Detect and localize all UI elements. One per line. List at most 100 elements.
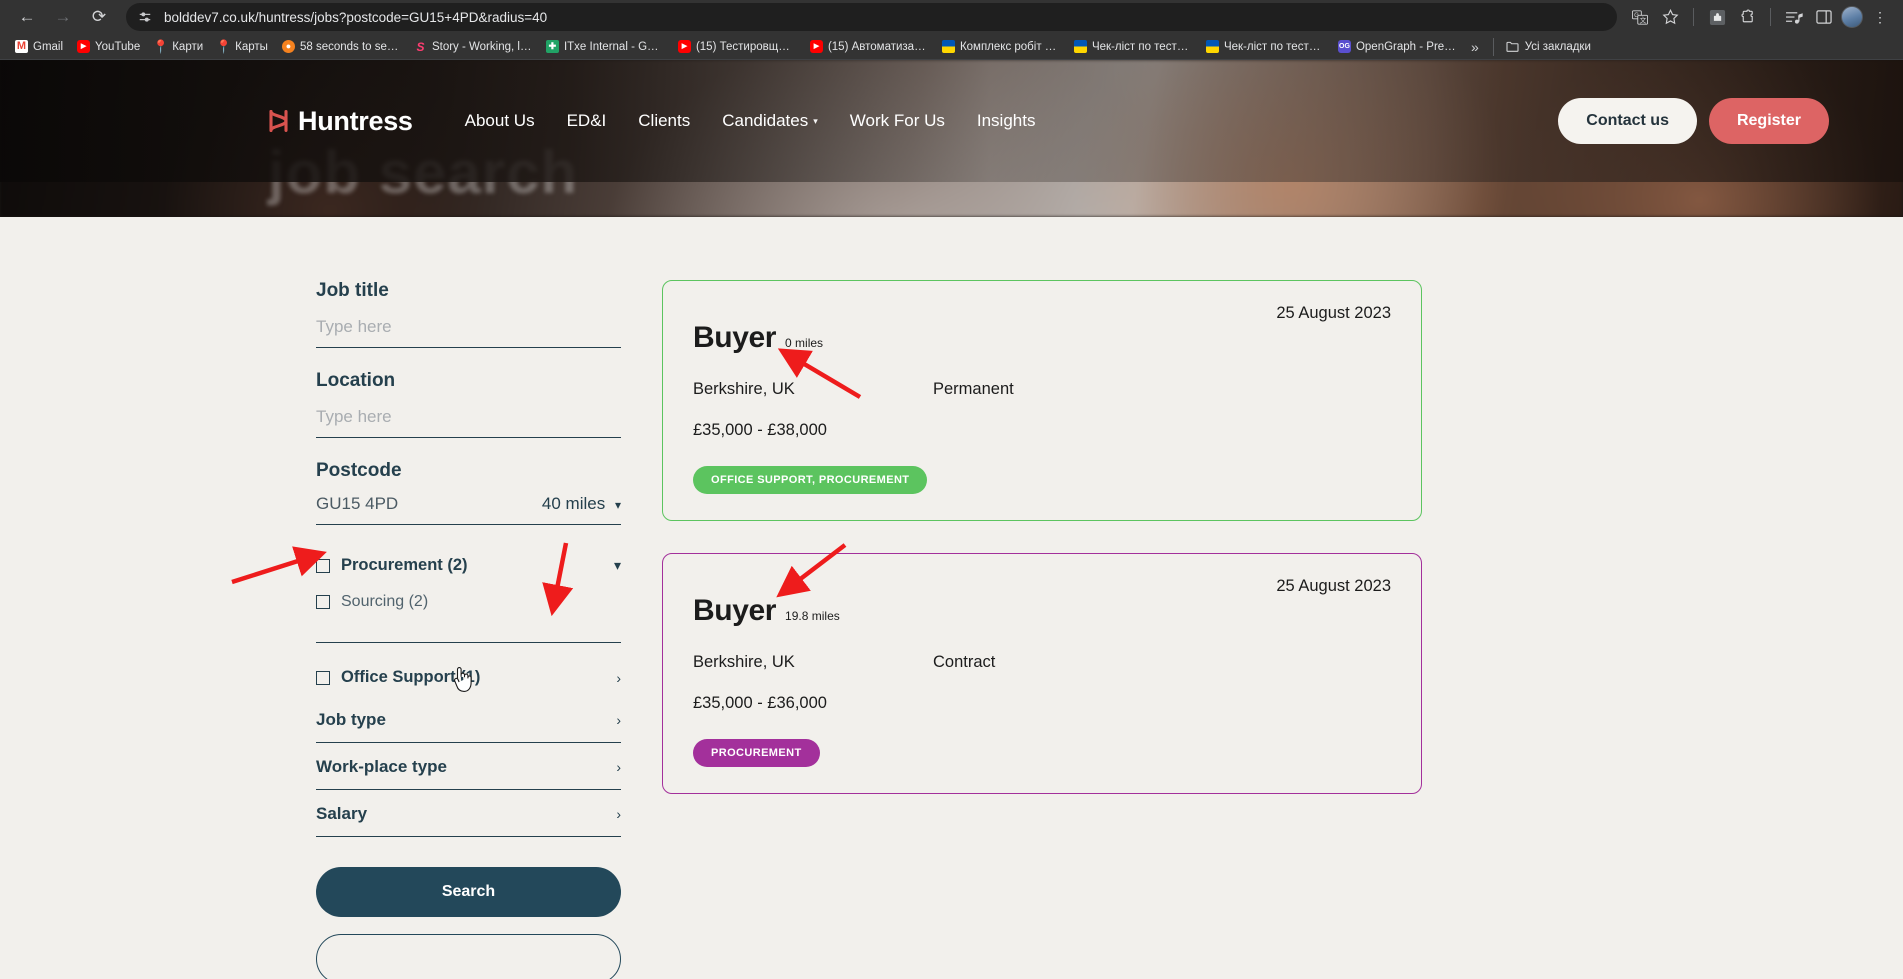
nav-item-clients[interactable]: Clients (638, 111, 690, 131)
bookmark-item[interactable]: Комплекс робіт піс... (935, 38, 1067, 55)
bookmark-label: Gmail (33, 40, 64, 53)
job-card[interactable]: 25 August 2023 Buyer 0 miles Berkshire, … (662, 280, 1422, 521)
checkbox-icon[interactable] (316, 558, 330, 573)
sheets-icon: ✚ (545, 40, 559, 53)
extension-icon[interactable] (1704, 4, 1730, 30)
bookmark-item[interactable]: ▶ (15) Тестировщик с... (671, 38, 803, 55)
job-contract-type: Contract (933, 653, 996, 671)
job-date: 25 August 2023 (1276, 577, 1391, 595)
job-card[interactable]: 25 August 2023 Buyer 19.8 miles Berkshir… (662, 553, 1422, 794)
checkbox-icon[interactable] (316, 595, 330, 609)
radius-select[interactable]: 40 miles ▾ (542, 494, 621, 514)
secondary-action-button[interactable] (316, 934, 621, 979)
huntress-logo[interactable]: Huntress (268, 106, 413, 137)
site-settings-icon[interactable] (134, 7, 156, 27)
nav-item-candidates[interactable]: Candidates ▾ (722, 111, 818, 131)
three-dot-menu-icon[interactable]: ⋮ (1867, 4, 1893, 30)
job-category-tag[interactable]: PROCUREMENT (693, 739, 820, 767)
bookmark-label: (15) Тестировщик с... (695, 40, 796, 53)
site-navbar: Huntress About Us ED&I Clients Candidate… (0, 60, 1903, 182)
contact-us-button[interactable]: Contact us (1558, 98, 1697, 144)
job-distance: 0 miles (785, 336, 824, 350)
nav-item-insights[interactable]: Insights (977, 111, 1036, 131)
reload-icon[interactable]: ⟳ (82, 2, 116, 32)
filter-procurement[interactable]: Procurement (2) ▾ (316, 547, 621, 584)
content-wrapper: Job title Location Postcode GU15 4PD 40 … (0, 217, 1903, 979)
job-title-row: Buyer 0 miles (693, 321, 1391, 355)
bookmark-item[interactable]: Чек-ліст по тестува... (1199, 38, 1331, 55)
bookmark-item[interactable]: ▶ (15) Автоматизаци... (803, 38, 935, 55)
job-category-tag[interactable]: OFFICE SUPPORT, PROCUREMENT (693, 466, 928, 494)
accordion-salary[interactable]: Salary › (316, 790, 621, 837)
folder-icon (1506, 40, 1519, 53)
address-bar[interactable]: bolddev7.co.uk/huntress/jobs?postcode=GU… (126, 3, 1617, 31)
nav-item-edi[interactable]: ED&I (567, 111, 607, 131)
chevron-down-icon: ▾ (614, 498, 621, 512)
bookmark-label: Чек-ліст по тестува... (1091, 40, 1192, 53)
back-arrow-icon[interactable]: ← (10, 2, 44, 32)
postcode-label: Postcode (316, 460, 402, 481)
bookmark-label: Карты (235, 40, 268, 53)
translate-icon[interactable]: G 文 (1627, 4, 1653, 30)
job-location: Berkshire, UK (693, 653, 795, 671)
maps-pin-icon: 📍 (152, 39, 169, 54)
session-timer-icon: ● (281, 40, 295, 53)
reading-list-icon[interactable] (1781, 4, 1807, 30)
bookmark-item[interactable]: ✚ ITxe Internal - Goog... (539, 38, 671, 55)
bookmarks-overflow-icon[interactable]: » (1463, 39, 1487, 55)
job-salary: £35,000 - £38,000 (693, 421, 827, 439)
youtube-icon: ▶ (677, 40, 691, 53)
all-bookmarks-button[interactable]: Усі закладки (1500, 38, 1597, 55)
bookmark-label: YouTube (95, 40, 141, 53)
accordion-label: Job type (316, 710, 386, 729)
bookmark-item[interactable]: ● 58 seconds to sessi... (275, 38, 407, 55)
bookmark-label: Story - Working, lea... (431, 40, 532, 53)
filter-label: Sourcing (2) (341, 593, 429, 610)
nav-actions: Contact us Register (1558, 98, 1829, 144)
bookmark-star-icon[interactable] (1657, 4, 1683, 30)
job-title-label: Job title (316, 280, 389, 301)
bookmark-item[interactable]: Чек-ліст по тестува... (1067, 38, 1199, 55)
bookmark-item[interactable]: OG OpenGraph - Previe... (1331, 38, 1463, 55)
accordion-label: Salary (316, 804, 368, 823)
bookmarks-bar: M Gmail ▶ YouTube 📍 Карти 📍 Карты ● 58 s… (0, 34, 1903, 60)
job-meta-row: Berkshire, UK Permanent (693, 380, 1391, 399)
filter-sourcing[interactable]: Sourcing (2) (316, 584, 621, 620)
chevron-down-icon[interactable]: ▾ (614, 557, 621, 574)
url-text: bolddev7.co.uk/huntress/jobs?postcode=GU… (164, 9, 548, 25)
bookmark-item[interactable]: S Story - Working, lea... (407, 38, 539, 55)
accordion-work-place-type[interactable]: Work-place type › (316, 743, 621, 790)
job-salary: £35,000 - £36,000 (693, 694, 827, 712)
bookmark-label: Комплекс робіт піс... (959, 40, 1060, 53)
accordion-job-type[interactable]: Job type › (316, 696, 621, 743)
nav-links: About Us ED&I Clients Candidates ▾ Work … (465, 111, 1036, 131)
chevron-right-icon[interactable]: › (616, 670, 621, 686)
profile-avatar-icon[interactable] (1841, 6, 1863, 28)
bookmark-item[interactable]: M Gmail (8, 38, 70, 55)
nav-item-about-us[interactable]: About Us (465, 111, 535, 131)
job-title-input[interactable] (316, 314, 621, 348)
nav-item-work-for-us[interactable]: Work For Us (850, 111, 945, 131)
chevron-right-icon: › (616, 759, 621, 775)
postcode-input[interactable]: GU15 4PD (316, 494, 534, 514)
nav-label: Work For Us (849, 111, 945, 130)
job-title[interactable]: Buyer (693, 321, 776, 355)
chevron-down-icon: ▾ (813, 115, 818, 126)
maps-pin-icon: 📍 (215, 39, 232, 54)
story-icon: S (416, 39, 425, 54)
bookmark-item[interactable]: 📍 Карти (147, 38, 210, 55)
bookmark-item[interactable]: 📍 Карты (210, 38, 275, 55)
search-button[interactable]: Search (316, 867, 621, 917)
bookmark-label: Чек-ліст по тестува... (1223, 40, 1324, 53)
job-title-row: Buyer 19.8 miles (693, 594, 1391, 628)
register-button[interactable]: Register (1708, 98, 1829, 144)
checkbox-icon[interactable] (316, 670, 330, 685)
bookmark-item[interactable]: ▶ YouTube (70, 38, 147, 55)
job-title[interactable]: Buyer (693, 594, 776, 628)
location-input[interactable] (316, 404, 621, 438)
bookmark-label: Карти (172, 40, 204, 53)
chevron-right-icon: › (616, 712, 621, 728)
side-panel-icon[interactable] (1811, 4, 1837, 30)
puzzle-extensions-icon[interactable] (1734, 4, 1760, 30)
postcode-row: GU15 4PD 40 miles ▾ (316, 494, 621, 525)
